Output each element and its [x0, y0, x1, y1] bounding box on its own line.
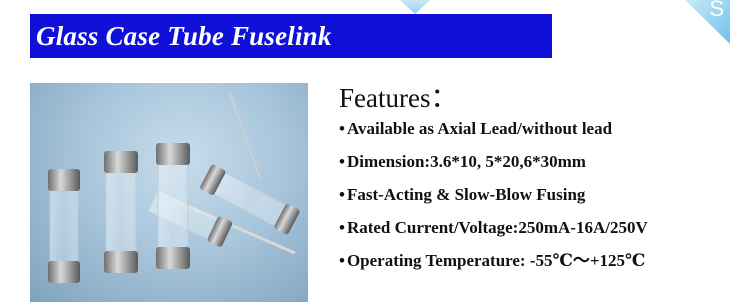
glass-fuse-photo-icon	[48, 92, 300, 283]
list-item: • Operating Temperature: -55℃～+125℃	[339, 244, 648, 277]
list-item: • Available as Axial Lead/without lead	[339, 112, 648, 145]
corner-decoration-left	[400, 0, 430, 14]
bullet-icon: •	[339, 119, 345, 138]
feature-text: Dimension:3.6*10, 5*20,6*30mm	[346, 152, 586, 171]
list-item: • Fast-Acting & Slow-Blow Fusing	[339, 178, 648, 211]
corner-glyph: S	[709, 0, 724, 21]
list-item: • Rated Current/Voltage:250mA-16A/250V	[339, 211, 648, 244]
features-list: • Available as Axial Lead/without lead • D…	[339, 112, 648, 277]
title-banner: Glass Case Tube Fuselink	[30, 14, 552, 58]
bullet-icon: •	[339, 152, 345, 171]
feature-text: Operating Temperature: -55℃～+125℃	[346, 251, 646, 270]
corner-decoration-right: S	[685, 0, 730, 44]
feature-text: Fast-Acting & Slow-Blow Fusing	[346, 185, 586, 204]
bullet-icon: •	[339, 251, 345, 270]
banner-title: Glass Case Tube Fuselink	[36, 20, 332, 51]
bullet-icon: •	[339, 185, 345, 204]
product-photo	[30, 83, 308, 302]
feature-text: Available as Axial Lead/without lead	[346, 119, 613, 138]
bullet-icon: •	[339, 218, 345, 237]
features-heading: Features：	[339, 83, 458, 113]
feature-text: Rated Current/Voltage:250mA-16A/250V	[346, 218, 648, 237]
list-item: • Dimension:3.6*10, 5*20,6*30mm	[339, 145, 648, 178]
